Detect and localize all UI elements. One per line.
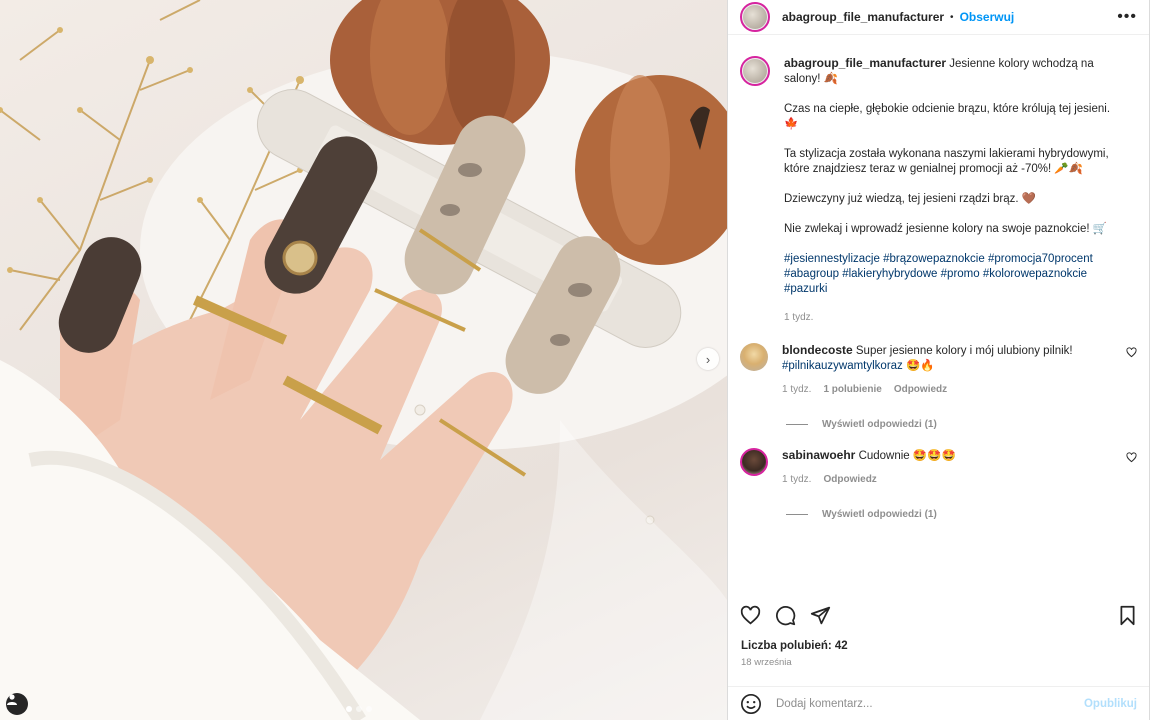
- caption-time[interactable]: 1 tydz.: [784, 310, 1124, 325]
- comment-likes[interactable]: 1 polubienie: [823, 382, 881, 397]
- reply-button[interactable]: Odpowiedz: [823, 472, 876, 487]
- post-header: abagroup_file_manufacturer • Obserwuj ••…: [728, 0, 1149, 35]
- heart-icon[interactable]: [1126, 452, 1137, 463]
- commenter-avatar[interactable]: [740, 343, 768, 371]
- caption-body: abagroup_file_manufacturer Jesienne kolo…: [784, 56, 1124, 325]
- view-replies-label: Wyświetl odpowiedzi (1): [822, 419, 937, 430]
- post-caption: abagroup_file_manufacturer Jesienne kolo…: [728, 44, 1149, 325]
- view-replies-button[interactable]: Wyświetl odpowiedzi (1): [728, 509, 1149, 520]
- header-separator: •: [950, 11, 954, 23]
- save-button[interactable]: [1118, 605, 1137, 626]
- view-replies-label: Wyświetl odpowiedzi (1): [822, 509, 937, 520]
- comment-button[interactable]: [775, 605, 796, 626]
- commenter-username[interactable]: blondecoste: [782, 343, 853, 357]
- commenter-avatar[interactable]: [740, 448, 768, 476]
- hashtag-link[interactable]: #pazurki: [784, 283, 827, 295]
- caption-username[interactable]: abagroup_file_manufacturer: [784, 56, 946, 70]
- publish-button[interactable]: Opublikuj: [1084, 698, 1137, 710]
- chevron-right-icon: ›: [705, 351, 711, 367]
- comment-meta: 1 tydz. 1 polubienie Odpowiedz: [782, 382, 1082, 397]
- post-actions: [740, 603, 1137, 627]
- author-avatar[interactable]: [740, 2, 770, 32]
- like-button[interactable]: [740, 605, 761, 626]
- likes-count[interactable]: Liczba polubień: 42: [741, 640, 848, 652]
- add-comment-bar: Dodaj komentarz... Opublikuj: [728, 686, 1149, 721]
- heart-icon: [740, 605, 761, 625]
- post-photo: ›: [0, 0, 727, 720]
- hashtag-link[interactable]: #promo: [941, 268, 980, 280]
- reply-button[interactable]: Odpowiedz: [894, 382, 947, 397]
- hashtag-link[interactable]: #abagroup: [784, 268, 839, 280]
- caption-line4: Dziewczyny już wiedzą, tej jesieni rządz…: [784, 193, 1037, 205]
- replies-line: [786, 514, 808, 515]
- user-tag-button[interactable]: [6, 693, 28, 715]
- next-photo-button[interactable]: ›: [697, 348, 719, 370]
- carousel-dot: [346, 706, 352, 712]
- comments-list[interactable]: abagroup_file_manufacturer Jesienne kolo…: [728, 44, 1149, 594]
- heart-icon[interactable]: [1126, 347, 1137, 358]
- hashtag-link[interactable]: #kolorowepaznokcie: [983, 268, 1087, 280]
- comment-icon: [776, 605, 796, 625]
- carousel-dot: [356, 706, 362, 712]
- comment-item: blondecoste Super jesienne kolory i mój …: [728, 343, 1149, 397]
- comment-text: Cudownie 🤩🤩🤩: [858, 450, 956, 462]
- emoji-icon[interactable]: [740, 693, 762, 715]
- add-comment-input[interactable]: Dodaj komentarz...: [776, 698, 1084, 710]
- share-icon: [810, 606, 831, 624]
- caption-line3: Ta stylizacja została wykonana naszymi l…: [784, 148, 1109, 175]
- view-replies-button[interactable]: Wyświetl odpowiedzi (1): [728, 419, 1149, 430]
- comment-hashtag[interactable]: #pilnikauzywamtylkoraz: [782, 360, 903, 372]
- comment-text: Super jesienne kolory i mój ulubiony pil…: [855, 345, 1073, 357]
- bookmark-icon: [1120, 605, 1135, 625]
- carousel-indicator: [346, 706, 372, 712]
- caption-line2: Czas na ciepłe, głębokie odcienie brązu,…: [784, 103, 1111, 130]
- caption-line5: Nie zwlekaj i wprowadź jesienne kolory n…: [784, 223, 1108, 235]
- share-button[interactable]: [810, 605, 831, 626]
- comment-meta: 1 tydz. Odpowiedz: [782, 472, 1082, 487]
- more-options-icon[interactable]: •••: [1117, 8, 1137, 26]
- commenter-username[interactable]: sabinawoehr: [782, 448, 855, 462]
- hashtag-link[interactable]: #jesiennestylizacje: [784, 253, 880, 265]
- carousel-dot: [366, 706, 372, 712]
- nail-art-illustration: [0, 0, 727, 720]
- caption-hashtags: #jesiennestylizacje #brązowepaznokcie #p…: [784, 252, 1124, 297]
- comment-body: sabinawoehr Cudownie 🤩🤩🤩 1 tydz. Odpowie…: [782, 448, 1082, 487]
- comment-item: sabinawoehr Cudownie 🤩🤩🤩 1 tydz. Odpowie…: [728, 448, 1149, 487]
- comment-time[interactable]: 1 tydz.: [782, 382, 811, 397]
- comment-time[interactable]: 1 tydz.: [782, 472, 811, 487]
- hashtag-link[interactable]: #brązowepaznokcie: [883, 253, 985, 265]
- follow-button[interactable]: Obserwuj: [960, 10, 1015, 24]
- post-date[interactable]: 18 września: [741, 657, 792, 668]
- comment-body: blondecoste Super jesienne kolory i mój …: [782, 343, 1082, 397]
- hashtag-link[interactable]: #lakieryhybrydowe: [842, 268, 937, 280]
- hashtag-link[interactable]: #promocja70procent: [988, 253, 1093, 265]
- post-side-panel: abagroup_file_manufacturer • Obserwuj ••…: [727, 0, 1150, 720]
- user-tag-icon: [7, 694, 17, 705]
- replies-line: [786, 424, 808, 425]
- caption-avatar[interactable]: [740, 56, 770, 86]
- caption-line: abagroup_file_manufacturer Jesienne kolo…: [784, 56, 1124, 87]
- comment-emoji: 🤩🔥: [906, 360, 935, 372]
- author-username[interactable]: abagroup_file_manufacturer: [782, 10, 944, 24]
